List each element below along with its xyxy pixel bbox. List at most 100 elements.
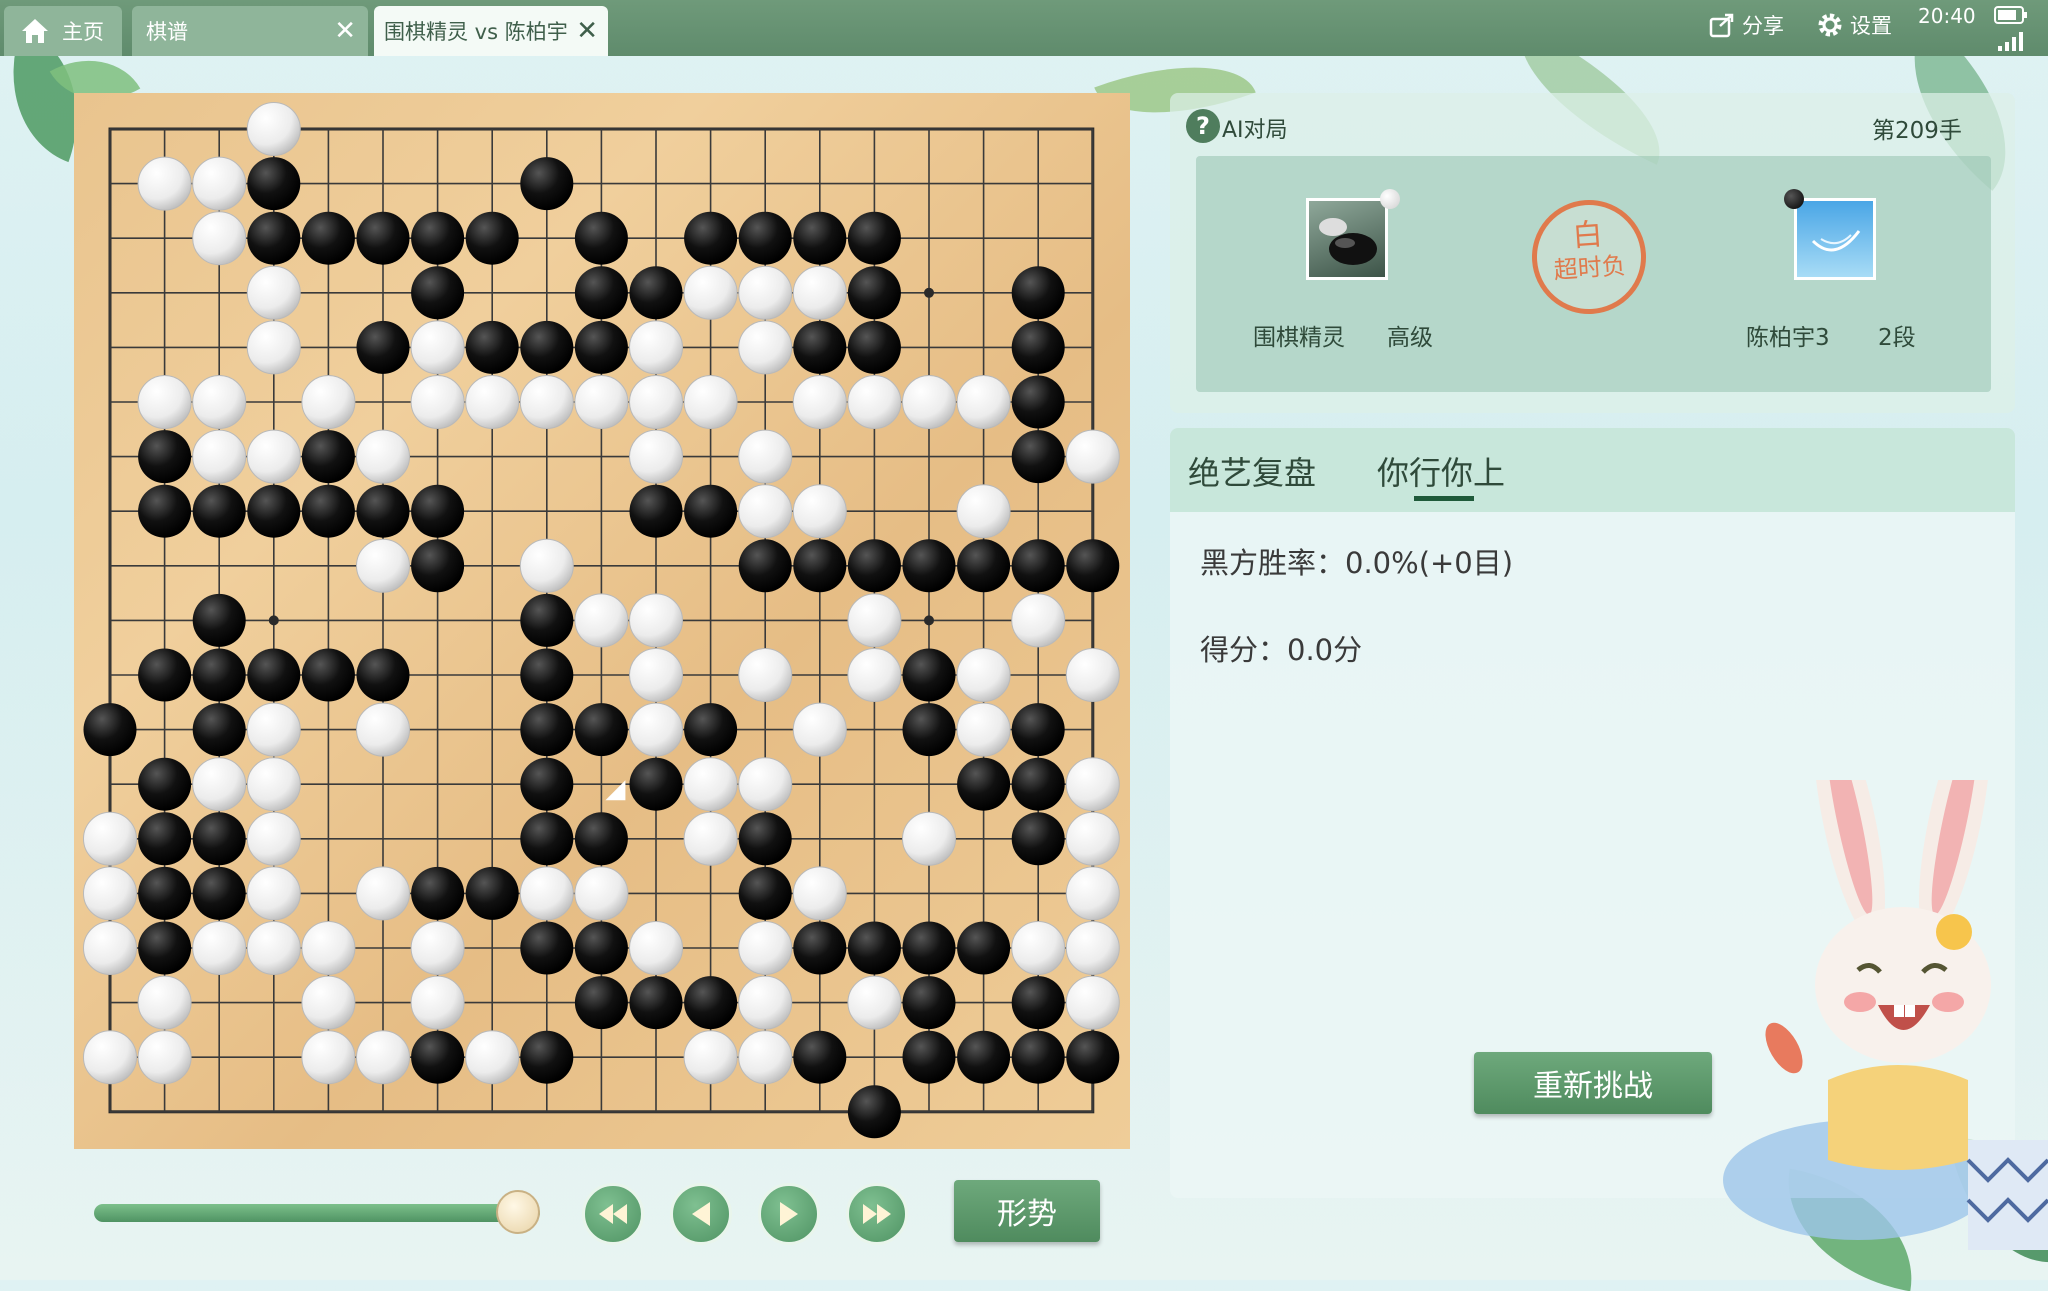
black-stone — [957, 1030, 1011, 1084]
black-stone — [465, 866, 519, 920]
black-stone — [1066, 539, 1120, 593]
black-stone — [520, 320, 574, 374]
slider-track — [94, 1204, 540, 1222]
white-stone — [137, 1030, 192, 1085]
white-stone — [792, 702, 847, 757]
white-stone — [83, 1030, 137, 1085]
move-slider[interactable] — [94, 1190, 540, 1234]
white-stone — [738, 975, 793, 1030]
black-stone — [847, 539, 901, 593]
black-stone — [138, 430, 192, 484]
black-player-avatar[interactable] — [1794, 198, 1876, 280]
settings-button[interactable]: 设置 — [1816, 10, 1892, 40]
gear-icon — [1818, 13, 1842, 37]
black-stone — [574, 211, 628, 265]
help-icon[interactable]: ? — [1186, 109, 1220, 143]
step-backward-button[interactable] — [670, 1183, 732, 1245]
rabbit-mascot — [1723, 780, 2048, 1250]
board-canvas[interactable] — [74, 93, 1130, 1149]
tab-ai-review[interactable]: 绝艺复盘 — [1188, 448, 1316, 494]
black-stone — [684, 211, 738, 265]
white-stone — [629, 702, 683, 757]
black-stone — [247, 648, 301, 702]
white-player-avatar[interactable] — [1306, 198, 1388, 280]
white-stone — [574, 866, 629, 921]
black-stone — [520, 757, 574, 811]
black-stone — [192, 648, 246, 702]
black-stone — [520, 1030, 574, 1084]
tab-you-play[interactable]: 你行你上 — [1377, 448, 1505, 494]
black-stone — [1011, 976, 1065, 1030]
black-stone — [192, 866, 246, 920]
winrate-row: 黑方胜率：0.0%(+0目) — [1200, 540, 1513, 582]
black-stone — [192, 484, 246, 538]
fast-backward-button[interactable] — [582, 1183, 644, 1245]
white-stone — [683, 1030, 738, 1085]
black-stone — [793, 211, 847, 265]
black-stone — [957, 539, 1011, 593]
black-stone — [411, 866, 465, 920]
share-button[interactable]: 分享 — [1708, 10, 1784, 40]
white-stone — [738, 648, 793, 702]
white-stone — [410, 320, 465, 375]
situation-button[interactable]: 形势 — [954, 1180, 1100, 1242]
black-stone — [411, 484, 465, 538]
black-stone — [847, 1085, 901, 1139]
white-stone — [410, 921, 465, 975]
top-bar: 主页 棋谱 ✕ 围棋精灵 vs 陈柏宇 ✕ 分享 设置 20:40 — [0, 0, 2048, 56]
black-stone — [847, 266, 901, 320]
black-stone — [247, 484, 301, 538]
close-icon[interactable]: ✕ — [576, 18, 598, 44]
white-stone — [956, 375, 1011, 429]
black-stone — [574, 703, 628, 757]
fast-forward-button[interactable] — [846, 1183, 908, 1245]
step-forward-button[interactable] — [758, 1183, 820, 1245]
white-stone — [192, 429, 247, 484]
black-stone-indicator — [1784, 189, 1804, 209]
last-move-marker — [605, 780, 626, 801]
home-icon — [22, 19, 48, 43]
white-stone — [738, 757, 793, 812]
signal-icon — [1998, 32, 2023, 51]
tab-home[interactable]: 主页 — [4, 6, 122, 56]
white-stone — [83, 921, 137, 975]
white-stone — [792, 265, 847, 320]
white-stone — [629, 429, 683, 484]
black-stone — [1011, 703, 1065, 757]
go-stones-icon — [1319, 218, 1377, 265]
rechallenge-button[interactable]: 重新挑战 — [1474, 1052, 1712, 1114]
tab-records[interactable]: 棋谱 ✕ — [132, 6, 368, 56]
white-stone — [246, 702, 301, 757]
black-stone — [957, 921, 1011, 975]
score-row: 得分：0.0分 — [1200, 627, 1362, 669]
white-stone — [246, 320, 301, 375]
black-stone — [684, 703, 738, 757]
white-stone — [192, 921, 247, 975]
tab-game[interactable]: 围棋精灵 vs 陈柏宇 ✕ — [374, 6, 608, 56]
black-stone — [1011, 266, 1065, 320]
white-stone-indicator — [1380, 189, 1400, 209]
white-stone — [83, 811, 137, 866]
black-stone — [138, 484, 192, 538]
black-stone — [520, 648, 574, 702]
white-stone — [738, 429, 793, 484]
black-stone — [1011, 430, 1065, 484]
fast-forward-icon — [863, 1204, 891, 1224]
white-stone — [683, 375, 738, 429]
white-stone — [738, 1030, 793, 1085]
slider-thumb[interactable] — [496, 1190, 540, 1234]
black-stone — [138, 812, 192, 866]
white-stone — [192, 156, 247, 211]
white-stone — [246, 757, 301, 812]
white-stone — [519, 538, 574, 593]
white-stone — [301, 921, 356, 975]
black-stone — [738, 866, 792, 920]
white-stone — [1065, 975, 1120, 1030]
black-stone — [411, 211, 465, 265]
white-stone — [1065, 921, 1120, 975]
white-stone — [683, 757, 738, 812]
close-icon[interactable]: ✕ — [334, 18, 356, 44]
white-stone — [246, 102, 301, 156]
settings-label: 设置 — [1850, 14, 1892, 38]
black-stone — [356, 484, 410, 538]
